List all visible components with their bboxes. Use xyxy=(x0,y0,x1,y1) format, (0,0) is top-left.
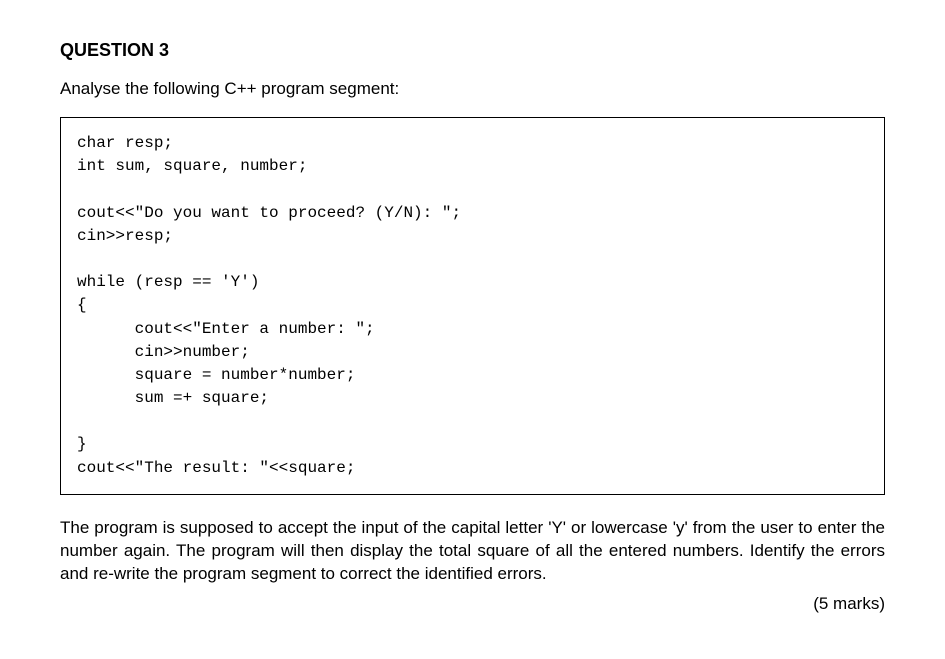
question-marks: (5 marks) xyxy=(60,594,885,614)
question-title: QUESTION 3 xyxy=(60,40,885,61)
question-body: The program is supposed to accept the in… xyxy=(60,517,885,586)
question-intro: Analyse the following C++ program segmen… xyxy=(60,79,885,99)
code-block: char resp; int sum, square, number; cout… xyxy=(60,117,885,495)
